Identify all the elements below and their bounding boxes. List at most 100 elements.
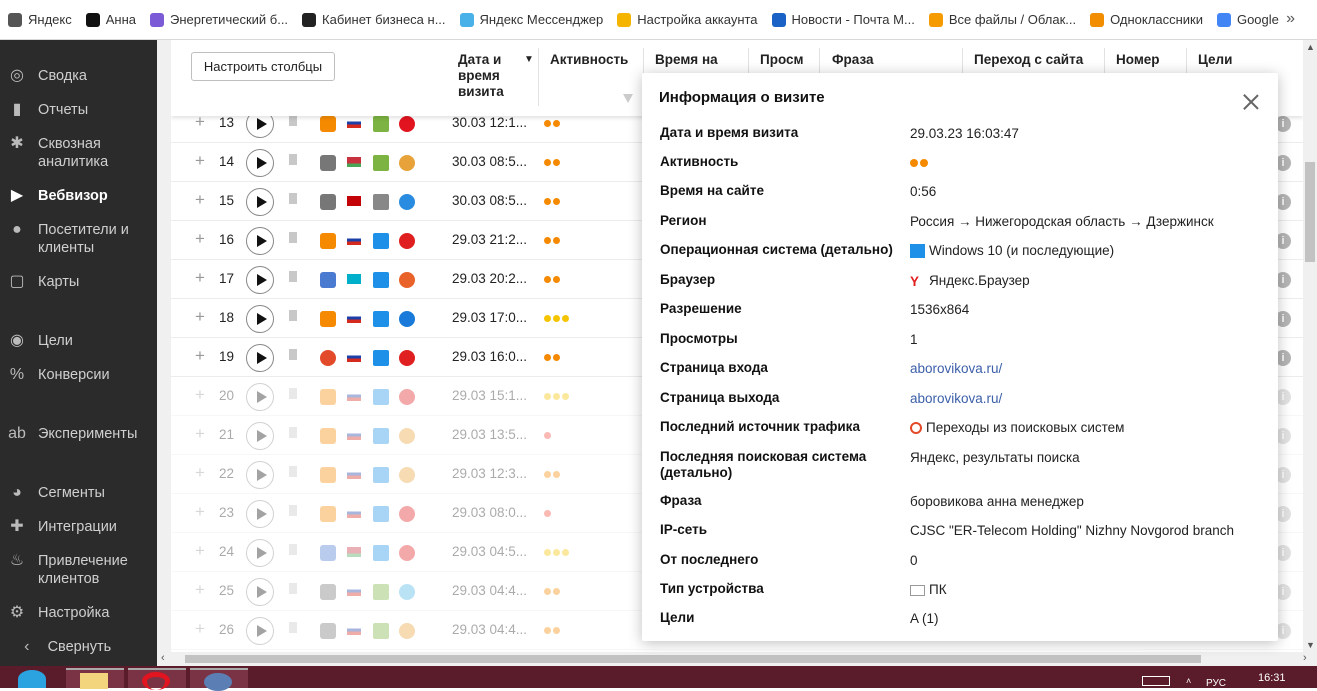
taskbar-app-opera[interactable] xyxy=(128,668,186,690)
expand-row-icon[interactable]: + xyxy=(195,307,205,327)
expand-row-icon[interactable]: + xyxy=(195,424,205,444)
play-recording-button[interactable] xyxy=(246,305,274,333)
flag-icon[interactable] xyxy=(289,115,297,126)
taskbar-app-browser[interactable] xyxy=(190,668,248,691)
column-header-activity[interactable]: Активность xyxy=(550,52,640,68)
play-recording-button[interactable] xyxy=(246,344,274,372)
horizontal-scroll-thumb[interactable] xyxy=(185,655,1201,663)
play-recording-button[interactable] xyxy=(246,422,274,450)
sidebar-item-bar-chart[interactable]: ▮ Отчеты xyxy=(0,101,157,119)
opera-icon xyxy=(142,672,170,690)
bookmark-item[interactable]: Настройка аккаунта xyxy=(617,12,758,27)
expand-row-icon[interactable]: + xyxy=(195,541,205,561)
flag-icon[interactable] xyxy=(289,622,297,633)
column-header-visit-number[interactable]: Номер визита xyxy=(1116,52,1188,68)
bookmarks-more-icon[interactable]: » xyxy=(1286,10,1295,28)
close-icon[interactable] xyxy=(1242,93,1260,111)
expand-row-icon[interactable]: + xyxy=(195,229,205,249)
sidebar-item-play[interactable]: ▶ Вебвизор xyxy=(0,187,157,205)
flag-icon[interactable] xyxy=(289,583,297,594)
flag-icon[interactable] xyxy=(289,154,297,165)
expand-row-icon[interactable]: + xyxy=(195,580,205,600)
sidebar-item-puzzle[interactable]: ✚ Интеграции xyxy=(0,518,157,536)
horizontal-scrollbar[interactable]: ‹ › xyxy=(157,652,1317,666)
column-header-date[interactable]: Дата и время визита xyxy=(458,52,526,100)
column-header-referrer[interactable]: Переход с сайта xyxy=(974,52,1094,68)
play-recording-button[interactable] xyxy=(246,539,274,567)
sidebar-scrollbar[interactable] xyxy=(157,40,171,652)
column-header-views[interactable]: Просм xyxy=(760,52,806,68)
bookmark-item[interactable]: Кабинет бизнеса н... xyxy=(302,12,446,27)
play-recording-button[interactable] xyxy=(246,383,274,411)
flag-icon[interactable] xyxy=(289,193,297,204)
sidebar-item-pie[interactable]: ◕ Сегменты xyxy=(0,484,157,502)
page-link[interactable]: aborovikova.ru/ xyxy=(910,361,1002,377)
bookmark-item[interactable]: Анна xyxy=(85,12,136,27)
taskbar-app-explorer[interactable] xyxy=(66,668,124,689)
bookmark-item[interactable]: Все файлы / Облак... xyxy=(928,12,1076,27)
expand-row-icon[interactable]: + xyxy=(195,151,205,171)
sidebar-item-percent[interactable]: % Конверсии xyxy=(0,366,157,384)
sidebar-item-gear[interactable]: ⚙ Настройка xyxy=(0,604,157,622)
telegram-icon[interactable] xyxy=(18,670,46,688)
flag-icon[interactable] xyxy=(289,310,297,321)
bookmark-item[interactable]: Google xyxy=(1216,12,1279,27)
expand-row-icon[interactable]: + xyxy=(195,268,205,288)
bookmark-item[interactable]: Новости - Почта М... xyxy=(771,12,915,27)
flag-icon[interactable] xyxy=(289,232,297,243)
flag-icon[interactable] xyxy=(289,505,297,516)
sidebar-item-map[interactable]: ▢ Карты xyxy=(0,273,157,291)
activity-dot xyxy=(920,159,928,167)
column-header-phrase[interactable]: Фраза xyxy=(832,52,912,68)
play-recording-button[interactable] xyxy=(246,227,274,255)
play-recording-button[interactable] xyxy=(246,266,274,294)
bookmark-item[interactable]: Одноклассники xyxy=(1090,12,1203,27)
play-recording-button[interactable] xyxy=(246,500,274,528)
vertical-scrollbar[interactable]: ▲ ▼ xyxy=(1303,40,1317,652)
sidebar-item-snowflake[interactable]: ✱ Сквозная аналитика xyxy=(0,135,157,171)
column-header-time-on-site[interactable]: Время на сайте xyxy=(655,52,743,68)
sidebar-item-dashboard[interactable]: ◎ Сводка xyxy=(0,67,157,85)
sort-desc-icon[interactable]: ▼ xyxy=(524,54,534,65)
flag-icon[interactable] xyxy=(289,427,297,438)
page-link[interactable]: aborovikova.ru/ xyxy=(910,391,1002,407)
row-number: 21 xyxy=(219,427,235,442)
expand-row-icon[interactable]: + xyxy=(195,463,205,483)
clock[interactable]: 16:31 xyxy=(1258,672,1286,684)
flag-icon[interactable] xyxy=(289,349,297,360)
keyboard-icon[interactable] xyxy=(1142,676,1170,686)
activity-indicator xyxy=(544,471,562,478)
language-indicator[interactable]: РУС xyxy=(1206,678,1226,689)
sidebar-item-ab[interactable]: ab Эксперименты xyxy=(0,425,157,443)
expand-row-icon[interactable]: + xyxy=(195,385,205,405)
bookmark-item[interactable]: Яндекс Мессенджер xyxy=(459,12,603,27)
tray-chevron-up-icon[interactable]: ˄ xyxy=(1186,676,1191,686)
flag-icon[interactable] xyxy=(289,271,297,282)
scroll-up-icon[interactable]: ▲ xyxy=(1306,42,1315,52)
flag-icon[interactable] xyxy=(289,466,297,477)
sidebar-item-target[interactable]: ◉ Цели xyxy=(0,332,157,350)
scroll-right-icon[interactable]: › xyxy=(1303,652,1307,664)
play-recording-button[interactable] xyxy=(246,149,274,177)
filter-icon[interactable] xyxy=(623,94,633,103)
bookmark-item[interactable]: Яндекс xyxy=(8,12,72,27)
flag-icon[interactable] xyxy=(289,388,297,399)
configure-columns-button[interactable]: Настроить столбцы xyxy=(191,52,335,81)
expand-row-icon[interactable]: + xyxy=(195,619,205,639)
play-recording-button[interactable] xyxy=(246,188,274,216)
expand-row-icon[interactable]: + xyxy=(195,502,205,522)
scroll-down-icon[interactable]: ▼ xyxy=(1306,640,1315,650)
bookmark-item[interactable]: Энергетический б... xyxy=(149,12,288,27)
expand-row-icon[interactable]: + xyxy=(195,346,205,366)
play-recording-button[interactable] xyxy=(246,461,274,489)
flag-icon[interactable] xyxy=(289,544,297,555)
sidebar-item-person[interactable]: ● Посетители и клиенты xyxy=(0,221,157,257)
sidebar-item-flame[interactable]: ♨ Привлечение клиентов xyxy=(0,552,157,588)
scroll-left-icon[interactable]: ‹ xyxy=(161,652,165,664)
play-recording-button[interactable] xyxy=(246,617,274,645)
expand-row-icon[interactable]: + xyxy=(195,190,205,210)
sidebar-item-chevron-left[interactable]: ‹ Свернуть xyxy=(0,638,157,656)
column-header-goals[interactable]: Цели xyxy=(1198,52,1258,68)
play-recording-button[interactable] xyxy=(246,578,274,606)
vertical-scroll-thumb[interactable] xyxy=(1305,162,1315,262)
